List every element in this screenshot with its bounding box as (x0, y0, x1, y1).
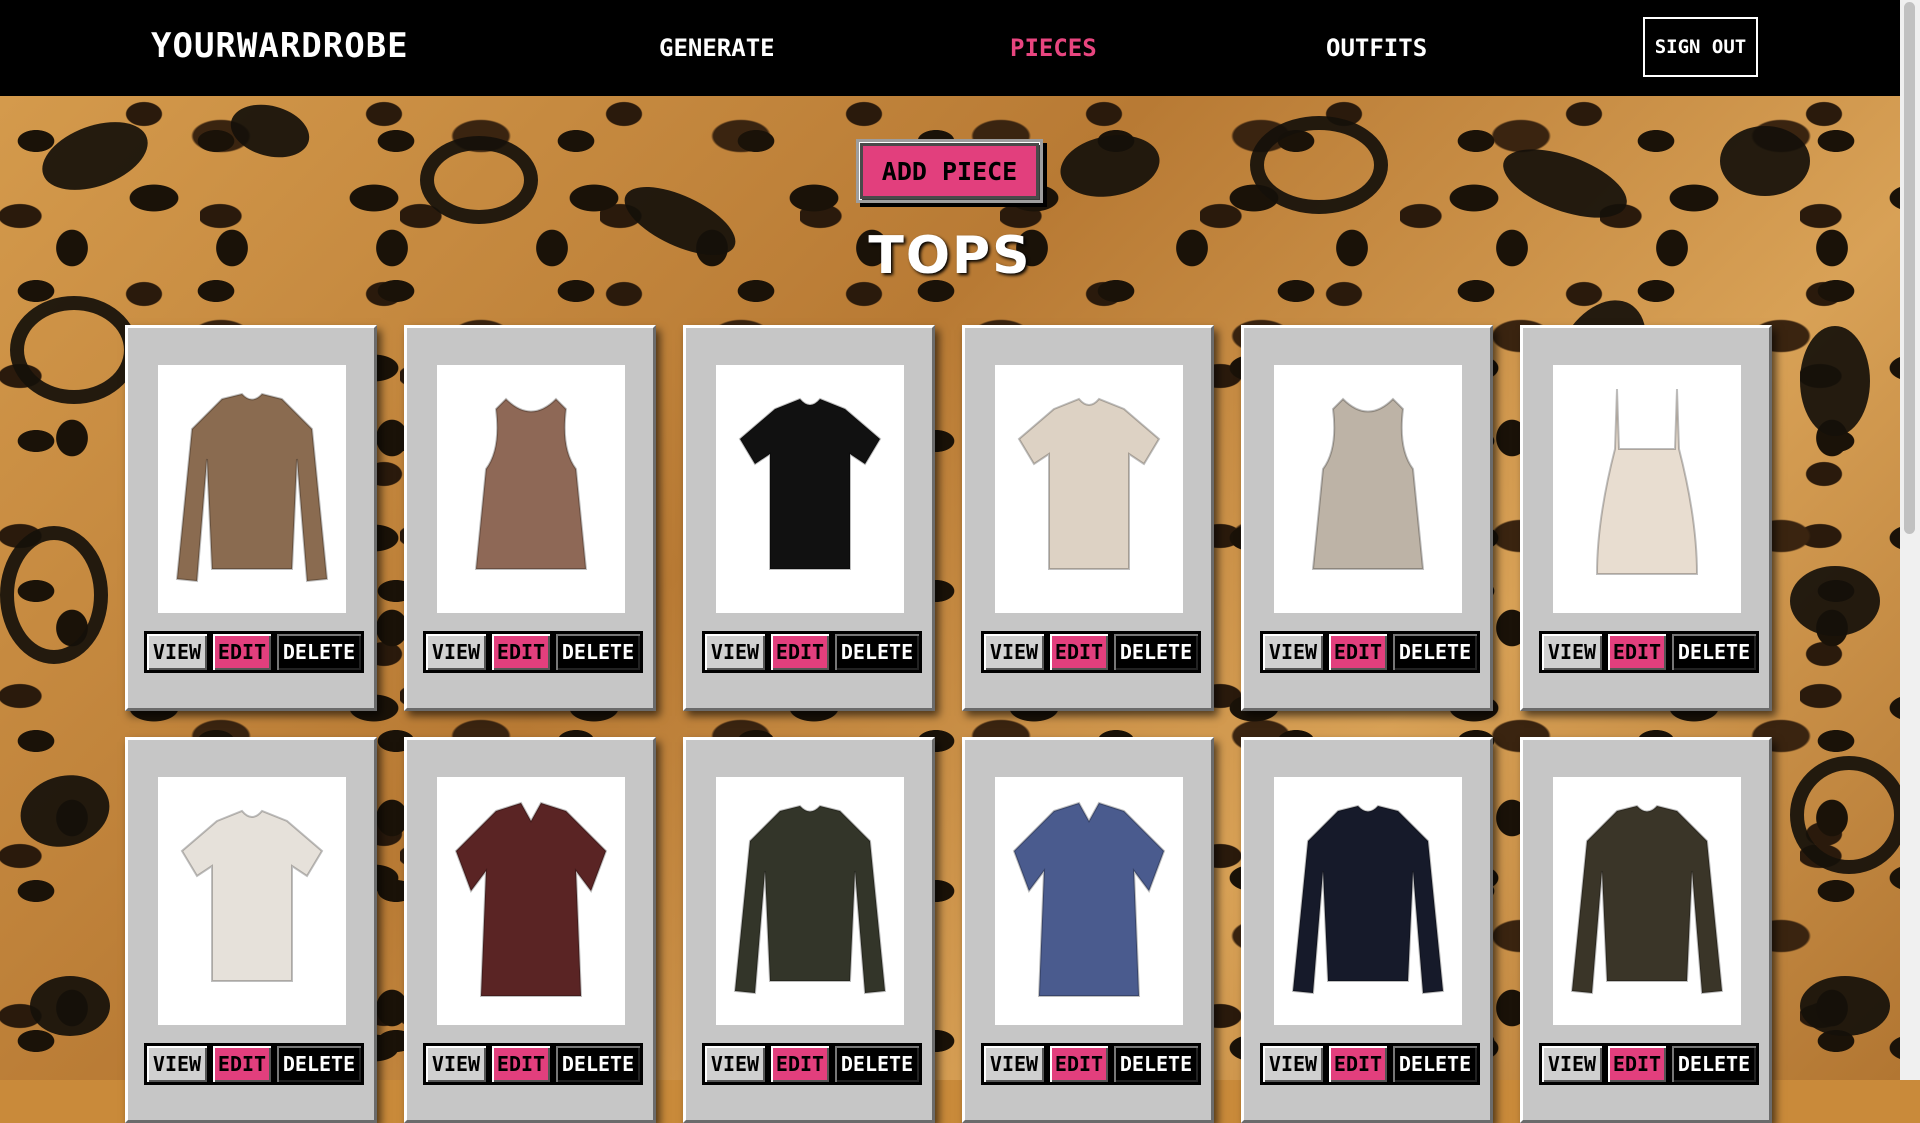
edit-button[interactable]: EDIT (1605, 1043, 1669, 1085)
delete-button[interactable]: DELETE (553, 631, 643, 673)
delete-button[interactable]: DELETE (274, 631, 364, 673)
piece-card: VIEW EDIT DELETE (404, 737, 656, 1123)
olive-henley-icon (1570, 804, 1724, 995)
view-button[interactable]: VIEW (981, 631, 1047, 673)
navy-long-sleeve-icon (1291, 804, 1445, 995)
piece-actions: VIEW EDIT DELETE (1260, 631, 1480, 673)
vertical-scrollbar[interactable] (1900, 0, 1920, 1080)
nav-pieces[interactable]: PIECES (1010, 34, 1097, 62)
piece-actions: VIEW EDIT DELETE (981, 1043, 1201, 1085)
piece-actions: VIEW EDIT DELETE (423, 1043, 643, 1085)
piece-photo[interactable] (437, 777, 625, 1025)
delete-button[interactable]: DELETE (1390, 631, 1480, 673)
delete-button[interactable]: DELETE (832, 631, 922, 673)
view-button[interactable]: VIEW (423, 1043, 489, 1085)
delete-button[interactable]: DELETE (1390, 1043, 1480, 1085)
edit-button[interactable]: EDIT (768, 1043, 832, 1085)
piece-photo[interactable] (995, 777, 1183, 1025)
piece-photo[interactable] (716, 365, 904, 613)
olive-sweater-icon (733, 804, 887, 995)
piece-actions: VIEW EDIT DELETE (1260, 1043, 1480, 1085)
blue-silk-blouse-icon (1012, 801, 1166, 997)
edit-button[interactable]: EDIT (210, 631, 274, 673)
piece-photo[interactable] (1553, 777, 1741, 1025)
piece-card: VIEW EDIT DELETE (1241, 325, 1493, 711)
piece-photo[interactable] (716, 777, 904, 1025)
view-button[interactable]: VIEW (1260, 1043, 1326, 1085)
piece-photo[interactable] (437, 365, 625, 613)
view-button[interactable]: VIEW (702, 631, 768, 673)
delete-button[interactable]: DELETE (1111, 1043, 1201, 1085)
section-title-tops: TOPS (868, 226, 1032, 286)
add-piece-button[interactable]: ADD PIECE (856, 139, 1043, 203)
brown-tank-top-icon (474, 397, 588, 570)
piece-card: VIEW EDIT DELETE (125, 325, 377, 711)
piece-card: VIEW EDIT DELETE (404, 325, 656, 711)
piece-card: VIEW EDIT DELETE (125, 737, 377, 1123)
view-button[interactable]: VIEW (144, 631, 210, 673)
piece-card: VIEW EDIT DELETE (962, 325, 1214, 711)
edit-button[interactable]: EDIT (768, 631, 832, 673)
piece-actions: VIEW EDIT DELETE (1539, 1043, 1759, 1085)
piece-actions: VIEW EDIT DELETE (702, 1043, 922, 1085)
view-button[interactable]: VIEW (981, 1043, 1047, 1085)
cream-camisole-icon (1595, 388, 1699, 575)
piece-photo[interactable] (1553, 365, 1741, 613)
edit-button[interactable]: EDIT (1047, 631, 1111, 673)
edit-button[interactable]: EDIT (1605, 631, 1669, 673)
edit-button[interactable]: EDIT (210, 1043, 274, 1085)
piece-card: VIEW EDIT DELETE (683, 325, 935, 711)
piece-photo[interactable] (995, 365, 1183, 613)
piece-actions: VIEW EDIT DELETE (144, 631, 364, 673)
edit-button[interactable]: EDIT (1326, 631, 1390, 673)
edit-button[interactable]: EDIT (489, 631, 553, 673)
piece-photo[interactable] (1274, 777, 1462, 1025)
cream-twist-tee-icon (1017, 397, 1161, 570)
brand-logo[interactable]: YOURWARDROBE (151, 26, 409, 66)
view-button[interactable]: VIEW (423, 631, 489, 673)
piece-photo[interactable] (1274, 365, 1462, 613)
leopard-long-sleeve-blouse-icon (175, 392, 329, 583)
delete-button[interactable]: DELETE (1669, 631, 1759, 673)
nav-generate[interactable]: GENERATE (659, 34, 775, 62)
delete-button[interactable]: DELETE (274, 1043, 364, 1085)
edit-button[interactable]: EDIT (1047, 1043, 1111, 1085)
edit-button[interactable]: EDIT (489, 1043, 553, 1085)
delete-button[interactable]: DELETE (553, 1043, 643, 1085)
piece-photo[interactable] (158, 365, 346, 613)
piece-actions: VIEW EDIT DELETE (423, 631, 643, 673)
delete-button[interactable]: DELETE (832, 1043, 922, 1085)
nav-outfits[interactable]: OUTFITS (1326, 34, 1427, 62)
striped-button-shirt-icon (454, 801, 608, 997)
piece-actions: VIEW EDIT DELETE (981, 631, 1201, 673)
sign-out-button[interactable]: SIGN OUT (1643, 17, 1758, 77)
piece-card: VIEW EDIT DELETE (1520, 737, 1772, 1123)
view-button[interactable]: VIEW (1539, 1043, 1605, 1085)
view-button[interactable]: VIEW (1539, 631, 1605, 673)
piece-card: VIEW EDIT DELETE (683, 737, 935, 1123)
howdy-crop-tee-icon (180, 809, 324, 982)
piece-card: VIEW EDIT DELETE (962, 737, 1214, 1123)
piece-photo[interactable] (158, 777, 346, 1025)
view-button[interactable]: VIEW (702, 1043, 768, 1085)
piece-card: VIEW EDIT DELETE (1520, 325, 1772, 711)
piece-actions: VIEW EDIT DELETE (702, 631, 922, 673)
edit-button[interactable]: EDIT (1326, 1043, 1390, 1085)
beige-knit-vest-icon (1311, 397, 1425, 570)
delete-button[interactable]: DELETE (1111, 631, 1201, 673)
view-button[interactable]: VIEW (1260, 631, 1326, 673)
piece-card: VIEW EDIT DELETE (1241, 737, 1493, 1123)
top-navigation-bar: YOURWARDROBE GENERATE PIECES OUTFITS SIG… (0, 0, 1900, 96)
scrollbar-thumb[interactable] (1904, 2, 1915, 534)
piece-actions: VIEW EDIT DELETE (1539, 631, 1759, 673)
delete-button[interactable]: DELETE (1669, 1043, 1759, 1085)
view-button[interactable]: VIEW (144, 1043, 210, 1085)
black-tshirt-icon (738, 397, 882, 570)
piece-actions: VIEW EDIT DELETE (144, 1043, 364, 1085)
